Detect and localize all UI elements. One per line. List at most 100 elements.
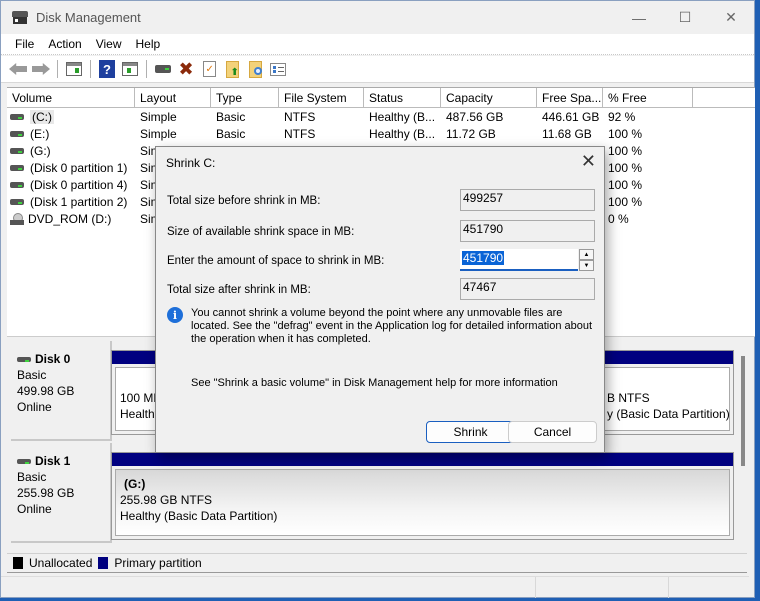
menu-help[interactable]: Help	[129, 37, 168, 51]
menu-file[interactable]: File	[8, 37, 41, 51]
partition-disk0-c[interactable]: B NTFS y (Basic Data Partition)	[602, 367, 730, 431]
settings-list-icon	[270, 62, 286, 76]
column-capacity[interactable]: Capacity	[441, 88, 537, 108]
delete-button[interactable]: ✖	[176, 59, 196, 79]
disk-management-icon	[12, 10, 28, 25]
close-button[interactable]: ✕	[708, 1, 754, 34]
minimize-button[interactable]: —	[616, 1, 662, 34]
cell-percent-free: 100 %	[608, 126, 643, 141]
cell-volume: (E:)	[7, 127, 135, 141]
show-hide-console-tree-button[interactable]	[64, 59, 84, 79]
connect-disk-button[interactable]	[153, 59, 173, 79]
cell-capacity: 11.72 GB	[446, 126, 496, 141]
shrink-button[interactable]: Shrink	[426, 421, 515, 443]
forward-button[interactable]	[31, 59, 51, 79]
properties-button[interactable]	[199, 59, 219, 79]
toolbar-separator	[146, 60, 147, 78]
menu-action[interactable]: Action	[41, 37, 88, 51]
show-hide-action-pane-button[interactable]	[120, 59, 140, 79]
disk-0-label[interactable]: Disk 0 Basic 499.98 GB Online	[11, 341, 112, 441]
shrink-dialog: Shrink C: ✕ Total size before shrink in …	[155, 146, 605, 453]
dialog-title: Shrink C:	[166, 156, 216, 170]
column-type[interactable]: Type	[211, 88, 279, 108]
spin-up-button[interactable]: ▲	[579, 249, 594, 260]
info-icon: i	[167, 307, 183, 323]
partition-status: y (Basic Data Partition)	[607, 407, 730, 421]
export-icon: ⬆	[225, 60, 239, 78]
settings-list-button[interactable]	[268, 59, 288, 79]
help-button[interactable]: ?	[97, 59, 117, 79]
toolbar-separator	[90, 60, 91, 78]
column-empty	[693, 88, 755, 108]
cell-volume: (Disk 0 partition 1)	[7, 161, 135, 175]
dialog-close-button[interactable]: ✕	[581, 151, 596, 172]
cell-capacity: 487.56 GB	[446, 109, 504, 124]
shrink-amount-input[interactable]: 451790	[460, 249, 578, 271]
volume-row[interactable]: (C:) Simple Basic NTFS Healthy (B... 487.56 G…	[7, 108, 755, 125]
cancel-button[interactable]: Cancel	[508, 421, 597, 443]
info-message: You cannot shrink a volume beyond the po…	[191, 307, 593, 345]
column-volume[interactable]: Volume	[7, 88, 135, 108]
total-before-label: Total size before shrink in MB:	[167, 195, 321, 207]
cell-percent-free: 100 %	[608, 143, 643, 158]
disk-icon	[10, 147, 24, 154]
toolbar: ? ✖ ⬆	[1, 56, 754, 83]
maximize-button[interactable]: ☐	[662, 1, 708, 34]
partition-size: 255.98 GB NTFS	[120, 493, 213, 507]
cell-file-system: NTFS	[284, 126, 316, 141]
connect-disk-icon	[155, 65, 171, 73]
export-button[interactable]: ⬆	[222, 59, 242, 79]
volume-name: (Disk 0 partition 1)	[30, 160, 128, 175]
cell-type: Basic	[216, 126, 246, 141]
volume-name: (Disk 0 partition 4)	[30, 177, 128, 192]
help-icon: ?	[99, 60, 115, 78]
cell-free-space: 11.68 GB	[542, 126, 592, 141]
column-status[interactable]: Status	[364, 88, 441, 108]
disk-icon	[10, 181, 24, 188]
disk-size: 499.98 GB	[17, 384, 75, 398]
status-cell	[1, 577, 536, 598]
back-button[interactable]	[8, 59, 28, 79]
dvd-drive-icon	[10, 212, 24, 225]
cell-volume: (Disk 0 partition 4)	[7, 178, 135, 192]
disk-size: 255.98 GB	[17, 486, 75, 500]
shrink-amount-spinner[interactable]: ▲ ▼	[579, 249, 594, 271]
shrink-amount-label: Enter the amount of space to shrink in M…	[167, 255, 385, 267]
column-file-system[interactable]: File System	[279, 88, 364, 108]
column-free-space[interactable]: Free Spa...	[537, 88, 603, 108]
menu-view[interactable]: View	[89, 37, 129, 51]
partition-g[interactable]: (G:) 255.98 GB NTFS Healthy (Basic Data …	[115, 469, 730, 536]
volume-row[interactable]: (E:) Simple Basic NTFS Healthy (B... 11.72 GB…	[7, 125, 755, 142]
menu-bar: File Action View Help	[1, 34, 754, 55]
spin-down-button[interactable]: ▼	[579, 260, 594, 271]
cell-volume: DVD_ROM (D:)	[7, 212, 135, 226]
volume-name: (E:)	[30, 126, 50, 141]
available-space-label: Size of available shrink space in MB:	[167, 226, 355, 238]
shrink-amount-value: 451790	[462, 251, 505, 265]
cell-percent-free: 100 %	[608, 160, 643, 175]
legend: Unallocated Primary partition	[7, 553, 747, 573]
cell-type: Basic	[216, 109, 246, 124]
total-before-field: 499257	[460, 189, 595, 211]
volume-name: (Disk 1 partition 2)	[30, 194, 128, 209]
find-button[interactable]	[245, 59, 265, 79]
unallocated-swatch	[13, 557, 23, 569]
partition-status: Healthy (Basic Data Partition)	[120, 509, 278, 523]
disk-icon	[10, 164, 24, 171]
cell-layout: Simple	[140, 109, 177, 124]
legend-primary-partition: Primary partition	[114, 556, 202, 570]
disk-status: Online	[17, 400, 52, 414]
partition-size: 100 MB	[120, 391, 162, 405]
column-percent-free[interactable]: % Free	[603, 88, 693, 108]
cell-percent-free: 100 %	[608, 177, 643, 192]
disk-1-label[interactable]: Disk 1 Basic 255.98 GB Online	[11, 443, 112, 543]
status-bar	[1, 576, 749, 598]
cell-file-system: NTFS	[284, 109, 316, 124]
back-icon	[9, 63, 27, 75]
disk-map-scrollbar[interactable]	[741, 356, 745, 466]
toolbar-separator	[57, 60, 58, 78]
cell-volume: (G:)	[7, 144, 135, 158]
disk-1-partitions: (G:) 255.98 GB NTFS Healthy (Basic Data …	[111, 452, 734, 540]
disk-icon	[10, 130, 24, 137]
column-layout[interactable]: Layout	[135, 88, 211, 108]
